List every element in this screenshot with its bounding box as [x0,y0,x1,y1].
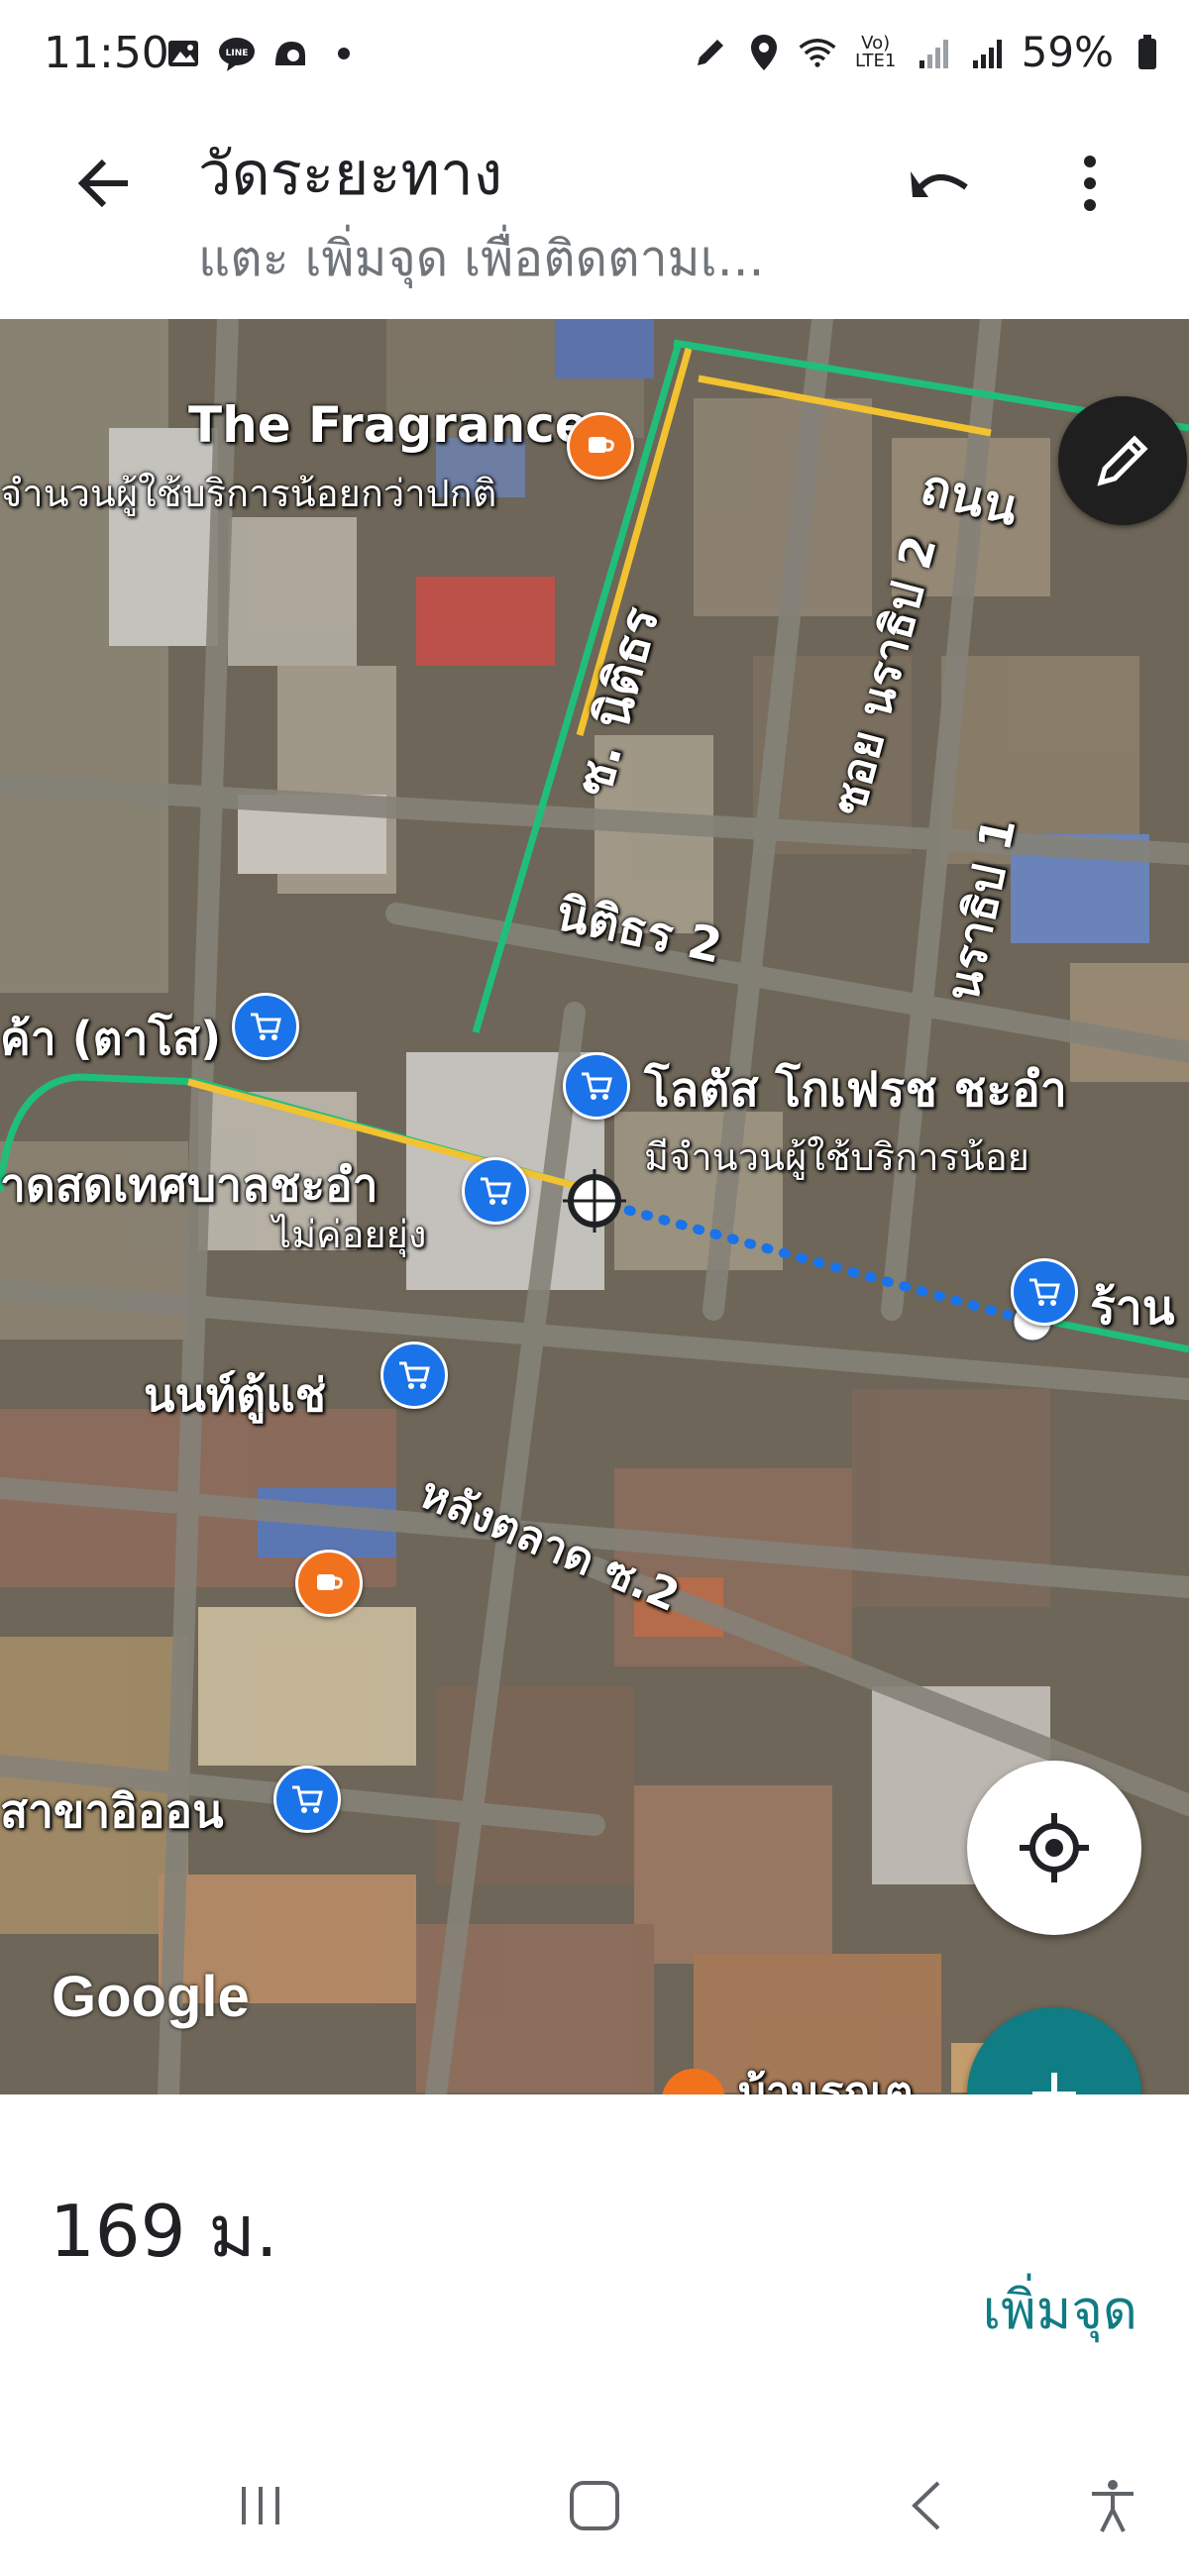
page-title: วัดระยะทาง [198,140,503,209]
back-button[interactable] [59,139,149,228]
signal-2-icon [968,33,1008,72]
map-label-tasso[interactable]: ค้า (ตาโส) [0,1003,221,1075]
shopping-cart-pin-icon[interactable] [1011,1258,1078,1326]
page-subtitle: แตะ เพิ่มจุด เพื่อติดตามเ... [198,230,765,287]
google-logo: Google [52,1965,250,2029]
undo-icon [911,171,968,197]
my-location-icon [1020,1813,1089,1882]
map-label-aeon[interactable]: สาขาอิออน [0,1775,224,1848]
map-label-lotus-note: มีจำนวนผู้ใช้บริการน้อย [644,1135,1029,1179]
map-label-shop-right[interactable]: ร้าน [1090,1270,1175,1345]
shopping-cart-pin-icon[interactable] [380,1342,448,1409]
app-bar: วัดระยะทาง แตะ เพิ่มจุด เพื่อติดตามเ... [0,109,1189,319]
nav-back-icon [912,2481,940,2530]
map-label-fragrance-note: จำนวนผู้ใช้บริการน้อยกว่าปกติ [0,472,497,515]
cafe-pin-icon[interactable] [567,412,634,480]
notification-icons: LINE [163,34,364,73]
home-icon [570,2481,619,2530]
shopping-cart-pin-icon[interactable] [232,993,299,1060]
home-button[interactable] [550,2461,639,2550]
system-nav-bar [0,2431,1189,2576]
accessibility-icon [1092,2480,1134,2532]
nav-back-button[interactable] [882,2461,971,2550]
battery-percent: 59% [1021,28,1114,76]
app-icon [270,34,310,73]
status-bar: 11:50 LINE Vo) LTE1 59% [0,0,1189,109]
svg-text:LINE: LINE [226,49,249,58]
edit-mode-icon [691,33,730,72]
shopping-cart-pin-icon[interactable] [462,1157,529,1225]
map-label-fragrance[interactable]: The Fragrance [188,396,589,454]
undo-button[interactable] [897,139,986,228]
my-location-button[interactable] [967,1761,1141,1935]
line-icon: LINE [217,34,257,73]
recent-apps-icon [242,2487,279,2524]
add-point-button[interactable]: เพิ่มจุด [983,2267,1137,2352]
battery-icon [1128,33,1167,72]
map-label-lotus[interactable]: โลตัส โกเฟรช ชะอำ [644,1052,1067,1127]
shopping-cart-pin-icon[interactable] [273,1766,341,1833]
accessibility-button[interactable] [1068,2461,1157,2550]
arrow-left-icon [77,159,128,208]
network-type: Vo) LTE1 [854,32,897,71]
signal-1-icon [915,33,954,72]
pencil-icon [1097,435,1148,486]
map-label-baan[interactable]: บ้านรถเต [738,2058,914,2094]
location-icon [744,33,784,72]
shopping-cart-pin-icon[interactable] [563,1052,630,1120]
measure-panel: 169 ม. เพิ่มจุด [0,2094,1189,2431]
more-options-button[interactable] [1050,139,1130,228]
map-label-non[interactable]: นนท์ตู้แช่ [144,1359,326,1432]
cafe-pin-icon[interactable] [295,1550,363,1617]
distance-value: 169 ม. [50,2190,278,2273]
more-notifications-dot [324,34,364,73]
status-time: 11:50 [44,28,169,78]
edit-button[interactable] [1058,396,1187,525]
map-label-market-note: ไม่ค่อยยุ่ง [272,1213,427,1256]
satellite-map[interactable]: The Fragrance จำนวนผู้ใช้บริการน้อยกว่าป… [0,319,1189,2094]
gallery-icon [163,34,203,73]
recent-apps-button[interactable] [216,2461,305,2550]
more-vertical-icon [1084,156,1096,211]
wifi-icon [798,33,837,72]
system-icons: Vo) LTE1 59% [691,28,1167,76]
